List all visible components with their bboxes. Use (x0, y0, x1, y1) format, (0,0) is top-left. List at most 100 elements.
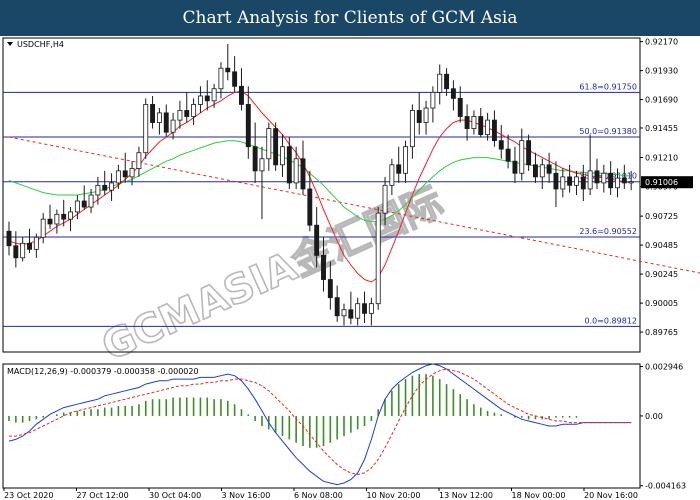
candle-body (444, 73, 450, 90)
time-tick-label: 18 Nov 00:00 (512, 491, 566, 500)
candle-body (321, 254, 326, 280)
candle-body (20, 242, 26, 259)
price-tick-label: 0.90005 (645, 299, 678, 308)
candle-body (150, 104, 156, 123)
candle-body (204, 95, 210, 102)
candle-body (95, 184, 101, 196)
price-tick-label: 0.91455 (645, 124, 678, 133)
fibo-label: 23.6=0.90552 (579, 227, 637, 236)
candle-body (478, 116, 484, 136)
candle-body (122, 170, 128, 178)
candle-body (27, 242, 32, 250)
candle-body (81, 200, 87, 208)
candle-body (334, 297, 340, 317)
candle-body (355, 303, 361, 319)
candle-body (33, 236, 39, 250)
candle-body (580, 176, 586, 190)
candle-body (416, 110, 422, 123)
candle-body (403, 146, 408, 174)
price-tick-label: 0.92170 (645, 38, 678, 47)
macd-label: MACD(12,26,9) -0.000379 -0.000358 -0.000… (7, 367, 199, 376)
candle-body (273, 128, 279, 166)
candle-body (423, 107, 429, 123)
candle-body (485, 119, 491, 136)
candle-body (574, 176, 579, 186)
chart-background (0, 36, 700, 500)
chart-title: Chart Analysis for Clients of GCM Asia (0, 0, 700, 36)
candle-body (471, 116, 477, 129)
candle-body (74, 200, 80, 213)
candle-body (532, 164, 538, 178)
candle-body (560, 176, 566, 190)
candle-body (163, 112, 169, 133)
candle-body (211, 88, 217, 102)
candle-body (498, 140, 504, 150)
candle-body (239, 85, 244, 105)
candle-body (409, 110, 415, 148)
macd-tick-label: 0.00 (645, 412, 663, 421)
candle-body (601, 172, 607, 184)
candle-body (608, 172, 614, 189)
candle-body (170, 119, 176, 133)
candle-body (102, 184, 108, 191)
candle-body (505, 148, 511, 162)
candle-body (286, 146, 292, 184)
candle-body (348, 309, 354, 319)
candle-body (341, 309, 347, 317)
price-tick-label: 0.90485 (645, 241, 678, 250)
candle-body (567, 176, 573, 186)
candle-body (177, 110, 183, 121)
candle-body (40, 218, 46, 238)
candle-body (368, 303, 374, 314)
candle-body (88, 194, 94, 208)
candle-body (314, 224, 320, 256)
candle-body (375, 212, 381, 305)
candle-body (464, 116, 470, 129)
candle-body (430, 91, 436, 109)
time-tick-label: 10 Nov 20:00 (367, 491, 421, 500)
candle-body (129, 168, 135, 178)
candle-body (307, 188, 313, 226)
candle-body (437, 73, 443, 93)
candle-body (450, 88, 456, 99)
candle-body (218, 67, 224, 90)
candle-body (396, 164, 402, 174)
price-tick-label: 0.91690 (645, 96, 678, 105)
candle-body (259, 158, 265, 172)
fibo-label: 0.0=0.89812 (584, 316, 637, 325)
candle-body (519, 140, 525, 174)
price-tick-label: 0.91210 (645, 154, 678, 163)
candle-body (136, 152, 142, 169)
candle-body (245, 104, 251, 148)
chart-canvas: GCMASIA金汇国际 61.8=0.9175050.0=0.9138038.2… (0, 36, 700, 500)
candle-body (225, 67, 231, 73)
price-tick-label: 0.90725 (645, 212, 678, 221)
candle-body (293, 158, 299, 184)
candle-body (594, 170, 600, 184)
candle-body (47, 218, 53, 225)
price-tick-label: 0.89765 (645, 328, 678, 337)
symbol-label: USDCHF,H4 (17, 40, 64, 49)
candle-body (280, 146, 285, 166)
candle-body (54, 213, 60, 225)
candle-body (526, 140, 532, 166)
candle-body (628, 181, 634, 184)
time-tick-label: 23 Oct 2020 (4, 491, 53, 500)
candle-body (362, 303, 367, 314)
candle-body (546, 164, 552, 174)
candle-body (587, 170, 593, 190)
candle-body (327, 279, 333, 299)
candle-body (115, 170, 121, 184)
candle-body (68, 211, 73, 220)
candle-body (184, 110, 190, 117)
candle-body (13, 245, 19, 259)
time-tick-label: 27 Oct 12:00 (77, 491, 129, 500)
macd-tick-label: 0.002946 (645, 363, 683, 372)
fibo-label: 50.0=0.91380 (579, 127, 637, 136)
candle-body (232, 71, 238, 87)
time-tick-label: 3 Nov 16:00 (222, 491, 271, 500)
time-tick-label: 30 Oct 04:00 (149, 491, 201, 500)
candle-body (156, 112, 162, 123)
candle-body (6, 230, 12, 247)
candle-body (266, 128, 272, 160)
